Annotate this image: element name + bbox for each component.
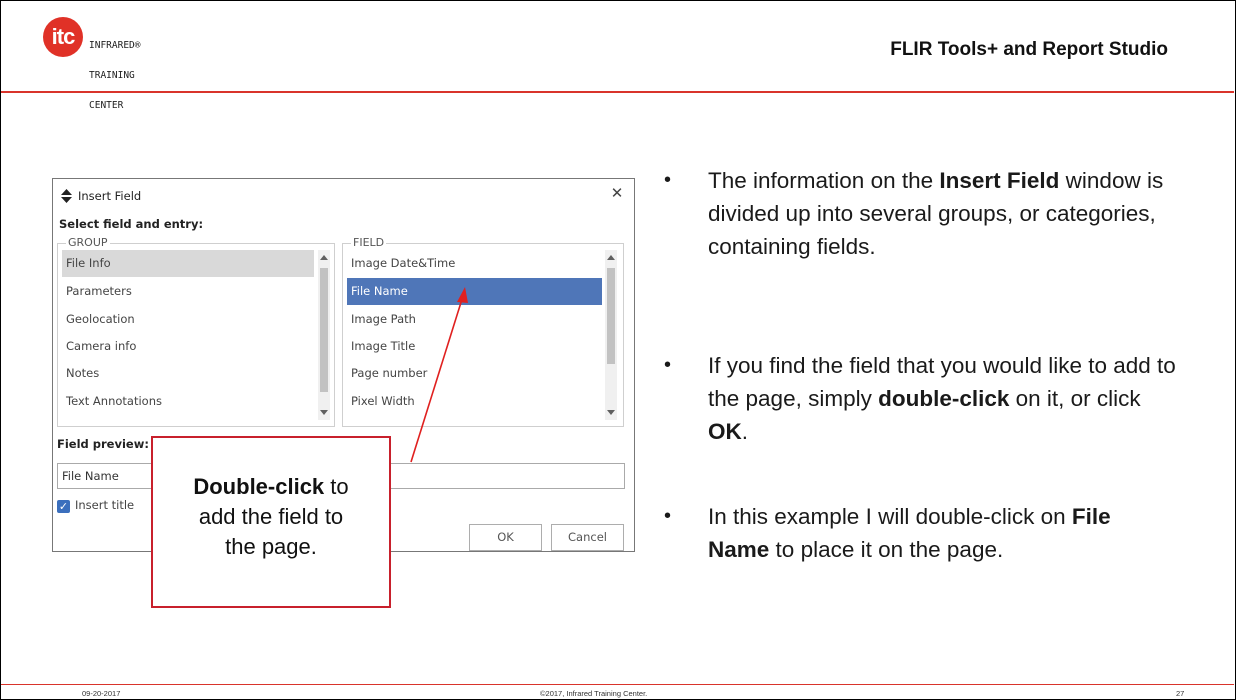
dialog-titlebar: Insert Field: [61, 187, 141, 205]
dialog-title: Insert Field: [78, 189, 142, 203]
group-box: GROUP File Info Parameters Geolocation C…: [57, 236, 335, 427]
group-item-geolocation[interactable]: Geolocation: [62, 306, 314, 333]
double-click-callout: Double-click to add the field to the pag…: [151, 436, 391, 608]
group-item-parameters[interactable]: Parameters: [62, 278, 314, 305]
logo-line-1: INFRARED®: [89, 40, 141, 51]
footer-copyright: ©2017, Infrared Training Center.: [540, 689, 648, 698]
group-legend: GROUP: [66, 236, 110, 250]
group-item-notes[interactable]: Notes: [62, 360, 314, 387]
logo-text: INFRARED® TRAINING CENTER: [89, 21, 140, 131]
callout-line1-rest: to: [324, 474, 349, 499]
group-scrollbar[interactable]: [318, 250, 330, 420]
logo-line-2: TRAINING: [89, 70, 135, 81]
bullet-2-text: If you find the field that you would lik…: [708, 353, 1176, 444]
diamond-updown-icon: [61, 189, 72, 203]
group-item-file-info[interactable]: File Info: [62, 250, 314, 277]
callout-line-1: Double-click to: [153, 472, 389, 502]
field-item-page-number[interactable]: Page number: [347, 360, 602, 387]
field-scrollbar[interactable]: [605, 250, 617, 420]
bullet-1-text: The information on the Insert Field wind…: [708, 168, 1164, 259]
field-item-image-title[interactable]: Image Title: [347, 333, 602, 360]
callout-line-2: add the field to: [198, 504, 344, 529]
field-scroll-thumb[interactable]: [607, 268, 615, 364]
field-box: FIELD Image Date&Time File Name Image Pa…: [342, 236, 624, 427]
slide-title: FLIR Tools+ and Report Studio: [890, 39, 1168, 60]
field-preview-label: Field preview:: [57, 437, 149, 451]
insert-title-checkbox[interactable]: ✓: [57, 500, 70, 513]
footer-date: 09-20-2017: [82, 689, 121, 698]
footer-page-number: 27: [1176, 689, 1185, 698]
logo-line-3: CENTER: [89, 100, 124, 111]
group-item-camera-info[interactable]: Camera info: [62, 333, 314, 360]
bullet-dot: •: [664, 354, 672, 376]
header-divider: [1, 91, 1234, 93]
scroll-up-icon[interactable]: [320, 255, 328, 260]
scroll-up-icon[interactable]: [607, 255, 615, 260]
bullet-dot: •: [664, 169, 672, 191]
field-item-image-datetime[interactable]: Image Date&Time: [347, 250, 602, 277]
bullet-3-text: In this example I will double-click on F…: [708, 504, 1111, 562]
group-item-text-annotations[interactable]: Text Annotations: [62, 388, 314, 415]
group-scroll-thumb[interactable]: [320, 268, 328, 392]
callout-text: Double-click to add the field to the pag…: [153, 472, 389, 562]
dialog-subtitle: Select field and entry:: [59, 217, 204, 231]
footer-divider: [1, 684, 1234, 685]
logo-mark: itc: [43, 17, 83, 57]
field-item-pixel-width[interactable]: Pixel Width: [347, 388, 602, 415]
close-icon[interactable]: ✕: [610, 185, 624, 201]
cancel-button[interactable]: Cancel: [551, 524, 624, 551]
callout-line-3: the page.: [225, 534, 317, 559]
field-legend: FIELD: [351, 236, 387, 250]
scroll-down-icon[interactable]: [320, 410, 328, 415]
ok-button[interactable]: OK: [469, 524, 542, 551]
field-item-file-name[interactable]: File Name: [347, 278, 602, 305]
slide-header: itc INFRARED® TRAINING CENTER FLIR Tools…: [1, 1, 1234, 111]
callout-bold: Double-click: [193, 474, 325, 499]
bullet-dot: •: [664, 505, 672, 527]
scroll-down-icon[interactable]: [607, 410, 615, 415]
field-item-image-path[interactable]: Image Path: [347, 306, 602, 333]
insert-title-label: Insert title: [75, 498, 135, 512]
